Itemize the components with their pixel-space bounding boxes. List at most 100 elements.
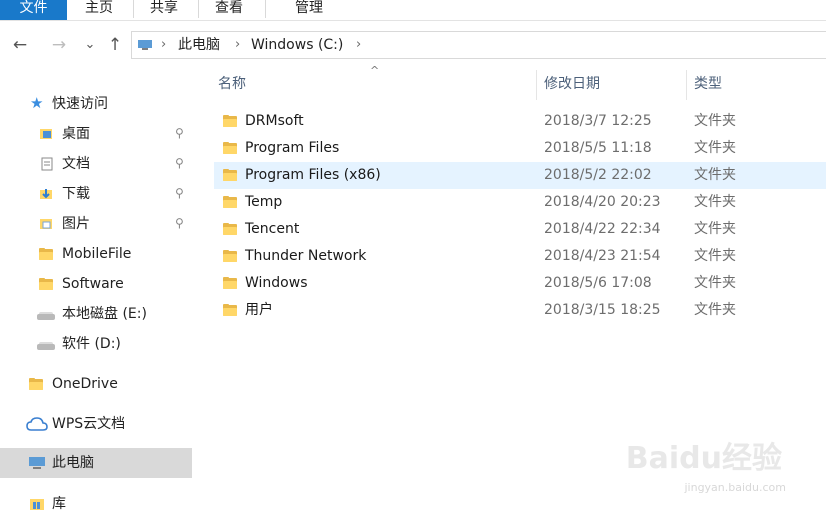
sidebar-item-software[interactable]: Software: [0, 270, 192, 298]
breadcrumb-chevron[interactable]: ›: [356, 36, 361, 54]
folder-icon: [39, 278, 53, 290]
navigation-pane: ★ 快速访问 桌面 ⚲ 文档 ⚲ 下载 ⚲ 图片 ⚲ MobileFile So…: [0, 82, 192, 512]
file-type: 文件夹: [694, 248, 736, 264]
forward-button[interactable]: →: [48, 34, 70, 56]
ribbon-divider: [265, 0, 266, 18]
file-type: 文件夹: [694, 221, 736, 237]
file-type: 文件夹: [694, 113, 736, 129]
column-modified[interactable]: 修改日期: [544, 68, 600, 100]
sidebar-item-drive-e[interactable]: 本地磁盘 (E:): [0, 300, 192, 328]
folder-icon: [223, 115, 237, 127]
file-date: 2018/4/20 20:23: [544, 194, 661, 210]
file-date: 2018/5/2 22:02: [544, 167, 652, 183]
cloud-icon: [26, 417, 48, 431]
download-icon: [40, 189, 52, 199]
file-row[interactable]: Thunder Network 2018/4/23 21:54 文件夹: [214, 243, 826, 270]
sidebar-item-onedrive[interactable]: OneDrive: [0, 370, 192, 398]
recent-locations-button[interactable]: ⌄: [79, 34, 101, 56]
file-name: Program Files: [245, 140, 340, 156]
pin-icon[interactable]: ⚲: [175, 186, 184, 200]
library-icon: [30, 499, 44, 510]
column-divider[interactable]: [686, 70, 687, 100]
breadcrumb-this-pc[interactable]: 此电脑: [178, 36, 220, 54]
file-row[interactable]: 用户 2018/3/15 18:25 文件夹: [214, 297, 826, 324]
file-name: Tencent: [245, 221, 300, 237]
file-row[interactable]: Tencent 2018/4/22 22:34 文件夹: [214, 216, 826, 243]
file-row-hovered[interactable]: Program Files (x86) 2018/5/2 22:02 文件夹: [214, 162, 826, 189]
tab-file[interactable]: 文件: [0, 0, 67, 20]
file-date: 2018/4/22 22:34: [544, 221, 661, 237]
folder-icon: [223, 277, 237, 289]
tab-view[interactable]: 查看: [208, 0, 250, 20]
sidebar-item-documents[interactable]: 文档 ⚲: [0, 150, 192, 178]
pin-icon[interactable]: ⚲: [175, 216, 184, 230]
file-name: Thunder Network: [245, 248, 367, 264]
sidebar-item-label: 本地磁盘 (E:): [62, 306, 147, 322]
ribbon-tabs: 文件 主页 共享 查看 管理: [0, 0, 826, 21]
this-pc-icon: [138, 40, 152, 50]
column-divider[interactable]: [536, 70, 537, 100]
file-type: 文件夹: [694, 140, 736, 156]
file-date: 2018/3/15 18:25: [544, 302, 661, 318]
baidu-watermark-url: jingyan.baidu.com: [684, 481, 786, 494]
folder-icon: [223, 304, 237, 316]
tab-manage[interactable]: 管理: [288, 0, 330, 20]
drive-icon: [37, 342, 55, 350]
document-icon: [41, 157, 53, 171]
tab-share[interactable]: 共享: [143, 0, 185, 20]
sidebar-item-label: WPS云文档: [52, 416, 126, 432]
pin-icon[interactable]: ⚲: [175, 156, 184, 170]
file-row[interactable]: Temp 2018/4/20 20:23 文件夹: [214, 189, 826, 216]
folder-icon: [39, 248, 53, 260]
file-row[interactable]: DRMsoft 2018/3/7 12:25 文件夹: [214, 108, 826, 135]
address-bar[interactable]: › 此电脑 › Windows (C:) ›: [131, 31, 826, 59]
sidebar-item-desktop[interactable]: 桌面 ⚲: [0, 120, 192, 148]
sidebar-item-library[interactable]: 库: [0, 490, 192, 518]
file-name: Temp: [245, 194, 283, 210]
this-pc-icon: [29, 457, 45, 469]
file-name: DRMsoft: [245, 113, 304, 129]
sidebar-item-drive-d[interactable]: 软件 (D:): [0, 330, 192, 358]
folder-icon: [223, 250, 237, 262]
sidebar-item-wps-cloud[interactable]: WPS云文档: [0, 410, 192, 438]
folder-icon: [223, 169, 237, 181]
sort-ascending-icon: ^: [370, 64, 380, 77]
back-button[interactable]: ←: [9, 34, 31, 56]
sidebar-item-quick-access[interactable]: ★ 快速访问: [0, 90, 192, 118]
sidebar-item-label: 图片: [62, 216, 90, 232]
pictures-icon: [40, 219, 52, 229]
up-button[interactable]: ↑: [104, 34, 126, 56]
column-name[interactable]: 名称: [218, 68, 246, 100]
file-type: 文件夹: [694, 275, 736, 291]
baidu-watermark: Baidu经验: [625, 441, 782, 476]
star-icon: ★: [30, 94, 44, 112]
file-row[interactable]: Windows 2018/5/6 17:08 文件夹: [214, 270, 826, 297]
file-name: Windows: [245, 275, 308, 291]
breadcrumb-windows-c[interactable]: Windows (C:): [251, 36, 343, 54]
sidebar-item-mobilefile[interactable]: MobileFile: [0, 240, 192, 268]
sidebar-item-label: OneDrive: [52, 376, 118, 392]
file-date: 2018/5/5 11:18: [544, 140, 652, 156]
file-date: 2018/5/6 17:08: [544, 275, 652, 291]
tab-home[interactable]: 主页: [78, 0, 120, 20]
sidebar-item-label: MobileFile: [62, 246, 132, 262]
sidebar-item-label: 下载: [62, 186, 90, 202]
breadcrumb-chevron[interactable]: ›: [161, 36, 166, 54]
ribbon-divider: [133, 0, 134, 18]
breadcrumb-chevron[interactable]: ›: [235, 36, 240, 54]
file-type: 文件夹: [694, 194, 736, 210]
pin-icon[interactable]: ⚲: [175, 126, 184, 140]
column-header: ^ 名称 修改日期 类型: [214, 64, 826, 100]
column-type[interactable]: 类型: [694, 68, 722, 100]
sidebar-item-pictures[interactable]: 图片 ⚲: [0, 210, 192, 238]
file-date: 2018/3/7 12:25: [544, 113, 652, 129]
sidebar-item-downloads[interactable]: 下载 ⚲: [0, 180, 192, 208]
ribbon-divider: [198, 0, 199, 18]
desktop-folder-icon: [40, 129, 52, 139]
file-name: 用户: [245, 302, 273, 318]
sidebar-item-label: 软件 (D:): [62, 336, 121, 352]
file-row[interactable]: Program Files 2018/5/5 11:18 文件夹: [214, 135, 826, 162]
file-name: Program Files (x86): [245, 167, 381, 183]
sidebar-item-label: 库: [52, 496, 66, 512]
sidebar-item-this-pc[interactable]: 此电脑: [0, 448, 192, 478]
